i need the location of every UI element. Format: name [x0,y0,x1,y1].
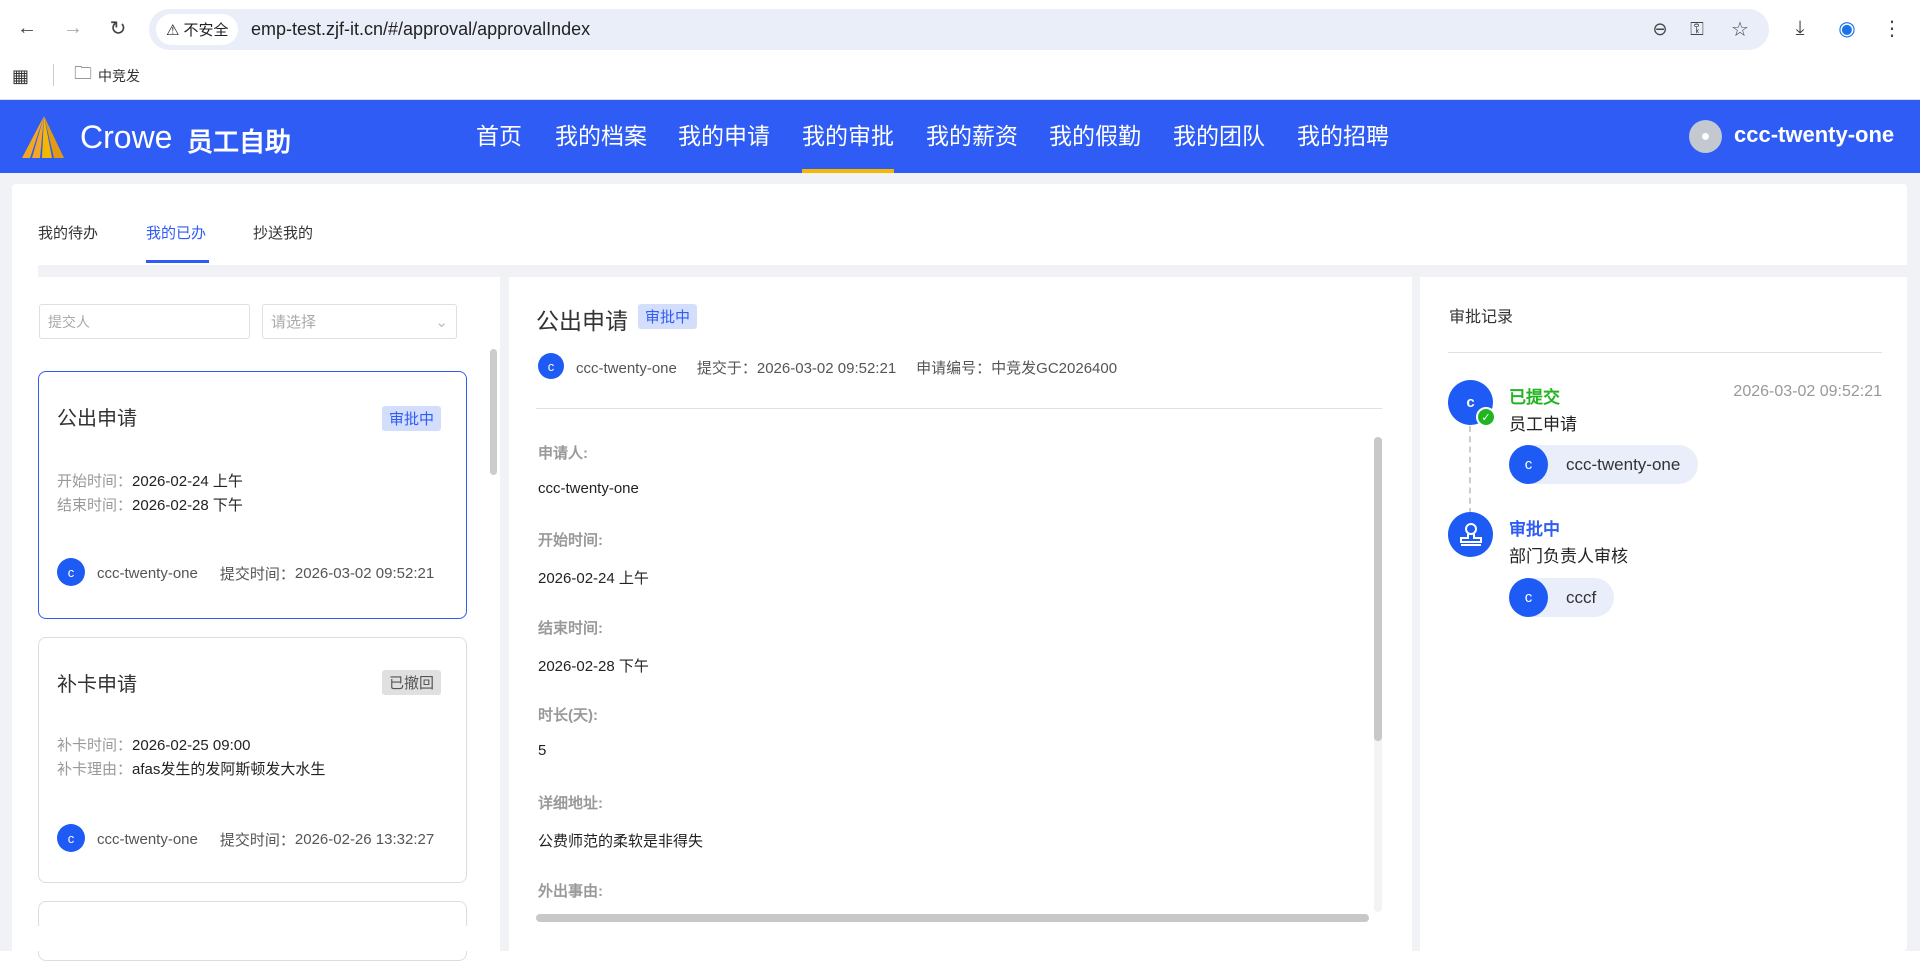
list-item[interactable]: 公出申请 审批中 开始时间：2026-02-24 上午 结束时间：2026-02… [38,371,467,619]
step-name: 员工申请 [1509,415,1577,434]
active-tab-indicator [146,260,209,263]
detail-meta: ccc-twenty-one 提交于：2026-03-02 09:52:21 申请编… [576,360,1118,377]
nav-attendance[interactable]: 我的假勤 [1049,100,1141,173]
status-select[interactable]: 请选择 ⌄ [262,304,457,339]
approver-chip: c ccc-twenty-one [1509,445,1699,484]
tab-todo[interactable]: 我的待办 [38,222,98,243]
list-scrollbar[interactable] [490,349,497,475]
step-status: 审批中 [1509,520,1560,539]
crowe-logo-icon [22,116,64,158]
divider [1448,352,1882,353]
field-value: 2026-02-24 上午 [538,570,649,587]
chevron-down-icon: ⌄ [435,313,448,331]
address-bar[interactable]: ⚠ 不安全 emp-test.zjf-it.cn/#/approval/appro… [149,9,1769,50]
field-value: ccc-twenty-one [538,480,639,497]
timeline-connector [1469,426,1471,514]
status-badge: 已撤回 [382,670,442,695]
field-label: 外出事由: [538,883,603,900]
folder-icon: 🗀 [74,63,92,83]
step-status: 已提交 [1509,388,1560,407]
app-header: Crowe 员工自助 首页 我的档案 我的申请 我的审批 我的薪资 我的假勤 我… [0,100,1920,173]
submitter-input[interactable]: 提交人 [39,304,250,339]
field-label: 开始时间: [538,532,603,549]
warning-icon: ⚠ [166,21,180,39]
field-label: 时长(天): [538,707,598,724]
status-badge: 审批中 [382,406,442,431]
forward-icon[interactable]: → [59,14,87,42]
tab-done[interactable]: 我的已办 [146,222,206,243]
detail-status-badge: 审批中 [638,304,698,329]
approver-chip: c cccf [1509,578,1615,617]
field-value: 公费师范的柔软是非得失 [538,833,704,850]
avatar: c [57,824,85,852]
security-chip[interactable]: ⚠ 不安全 [156,14,239,45]
user-avatar-icon[interactable]: ● [1689,120,1722,153]
apps-icon[interactable]: ▦ [12,62,29,90]
divider [53,64,54,86]
user-name[interactable]: ccc-twenty-one [1734,122,1894,148]
nav-home[interactable]: 首页 [476,100,522,173]
bookmark-folder[interactable]: 🗀 中竞发 [74,62,140,90]
field-value: 5 [538,742,547,759]
zoom-out-icon[interactable]: ⊖ [1646,15,1674,43]
separator-band [38,265,1907,277]
reload-icon[interactable]: ↻ [104,14,132,42]
profile-icon[interactable]: ◉ [1833,14,1861,42]
step-time: 2026-03-02 09:52:21 [1733,383,1882,400]
nav-recruit[interactable]: 我的招聘 [1297,100,1389,173]
tab-cc[interactable]: 抄送我的 [253,222,313,243]
field-label: 结束时间: [538,620,603,637]
stamp-icon [1448,512,1493,557]
step-name: 部门负责人审核 [1509,547,1628,566]
back-icon[interactable]: ← [13,14,41,42]
detail-horizontal-scrollbar[interactable] [536,914,1369,922]
field-label: 详细地址: [538,795,603,812]
brand-name: Crowe [80,119,173,155]
nav-applications[interactable]: 我的申请 [678,100,770,173]
detail-vertical-scrollbar[interactable] [1374,437,1382,741]
check-icon: ✓ [1476,407,1496,427]
field-value: 2026-02-28 下午 [538,658,649,675]
nav-team[interactable]: 我的团队 [1173,100,1265,173]
nav-salary[interactable]: 我的薪资 [926,100,1018,173]
nav-profile[interactable]: 我的档案 [555,100,647,173]
download-icon[interactable]: ⤓ [1786,14,1814,42]
divider [536,408,1382,409]
star-icon[interactable]: ☆ [1726,15,1754,43]
nav-approvals[interactable]: 我的审批 [802,100,894,173]
key-icon[interactable]: ⚿ [1683,15,1711,43]
detail-title: 公出申请 [536,308,628,334]
app-title: 员工自助 [187,127,292,157]
menu-icon[interactable]: ⋮ [1878,14,1906,42]
avatar: c [538,353,564,379]
avatar: c [57,558,85,586]
record-title: 审批记录 [1449,309,1514,326]
list-item[interactable]: 补卡申请 已撤回 补卡时间：2026-02-25 09:00 补卡理由：afas… [38,637,467,883]
url-text: emp-test.zjf-it.cn/#/approval/approvalIn… [251,19,591,39]
field-label: 申请人: [538,445,588,462]
